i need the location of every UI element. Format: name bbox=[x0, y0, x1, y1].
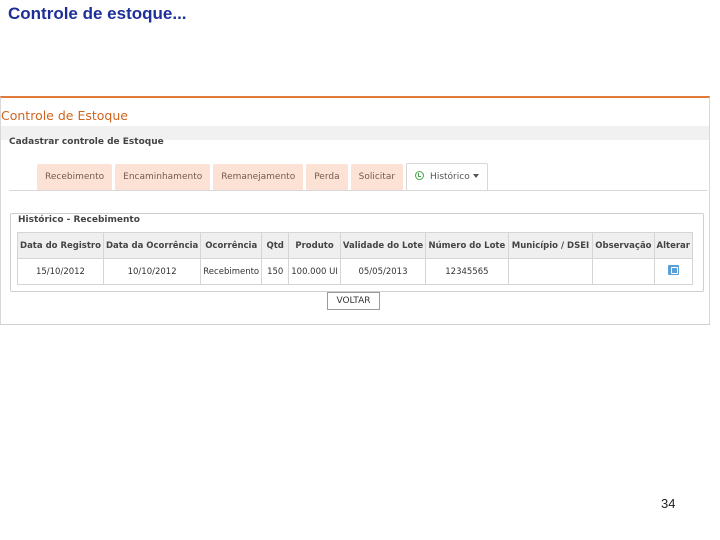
chevron-down-icon bbox=[472, 174, 479, 178]
tab-solicitar[interactable]: Solicitar bbox=[350, 164, 404, 190]
cell-observacao bbox=[592, 258, 655, 285]
column-header[interactable]: Alterar bbox=[653, 232, 694, 259]
slide-title: Controle de estoque... bbox=[8, 4, 187, 23]
table-row: 15/10/2012 10/10/2012 Recebimento 150 10… bbox=[17, 258, 694, 285]
history-table: Data do Registro Data da Ocorrência Ocor… bbox=[17, 232, 694, 285]
cell-data-ocorrencia: 10/10/2012 bbox=[102, 258, 202, 285]
column-header[interactable]: Observação bbox=[592, 232, 655, 259]
cell-municipio-dsei bbox=[507, 258, 594, 285]
column-header[interactable]: Data da Ocorrência bbox=[102, 232, 202, 259]
tab-historico-label: Histórico bbox=[430, 172, 470, 182]
column-header[interactable]: Município / DSEI bbox=[507, 232, 594, 259]
app-window: Controle de Estoque Cadastrar controle d… bbox=[0, 96, 710, 325]
column-header[interactable]: Data do Registro bbox=[17, 232, 104, 259]
cell-data-registro: 15/10/2012 bbox=[17, 258, 104, 285]
history-icon bbox=[415, 171, 425, 180]
tab-bar: Recebimento Encaminhamento Remanejamento… bbox=[37, 163, 488, 191]
page-number: 34 bbox=[661, 496, 676, 511]
tab-remanejamento[interactable]: Remanejamento bbox=[213, 164, 304, 190]
column-header[interactable]: Produto bbox=[288, 232, 341, 259]
app-title: Controle de Estoque bbox=[1, 108, 128, 123]
tab-divider bbox=[9, 190, 707, 191]
back-button[interactable]: VOLTAR bbox=[327, 292, 380, 310]
cell-produto: 100.000 UI bbox=[288, 258, 341, 285]
tab-recebimento[interactable]: Recebimento bbox=[37, 164, 113, 190]
edit-icon[interactable] bbox=[667, 265, 679, 275]
cell-validade-lote: 05/05/2013 bbox=[339, 258, 427, 285]
cell-ocorrencia: Recebimento bbox=[200, 258, 263, 285]
column-header[interactable]: Número do Lote bbox=[425, 232, 509, 259]
section-title: Cadastrar controle de Estoque bbox=[9, 137, 164, 147]
tab-historico[interactable]: Histórico bbox=[406, 163, 488, 191]
column-header[interactable]: Qtd bbox=[261, 232, 290, 259]
tab-perda[interactable]: Perda bbox=[306, 164, 348, 190]
table-header-row: Data do Registro Data da Ocorrência Ocor… bbox=[17, 232, 694, 259]
cell-numero-lote: 12345565 bbox=[425, 258, 509, 285]
column-header[interactable]: Validade do Lote bbox=[339, 232, 427, 259]
cell-qtd: 150 bbox=[261, 258, 290, 285]
tab-encaminhamento[interactable]: Encaminhamento bbox=[115, 164, 211, 190]
column-header[interactable]: Ocorrência bbox=[200, 232, 263, 259]
history-legend: Histórico - Recebimento bbox=[15, 215, 143, 225]
cell-alterar bbox=[653, 258, 694, 285]
